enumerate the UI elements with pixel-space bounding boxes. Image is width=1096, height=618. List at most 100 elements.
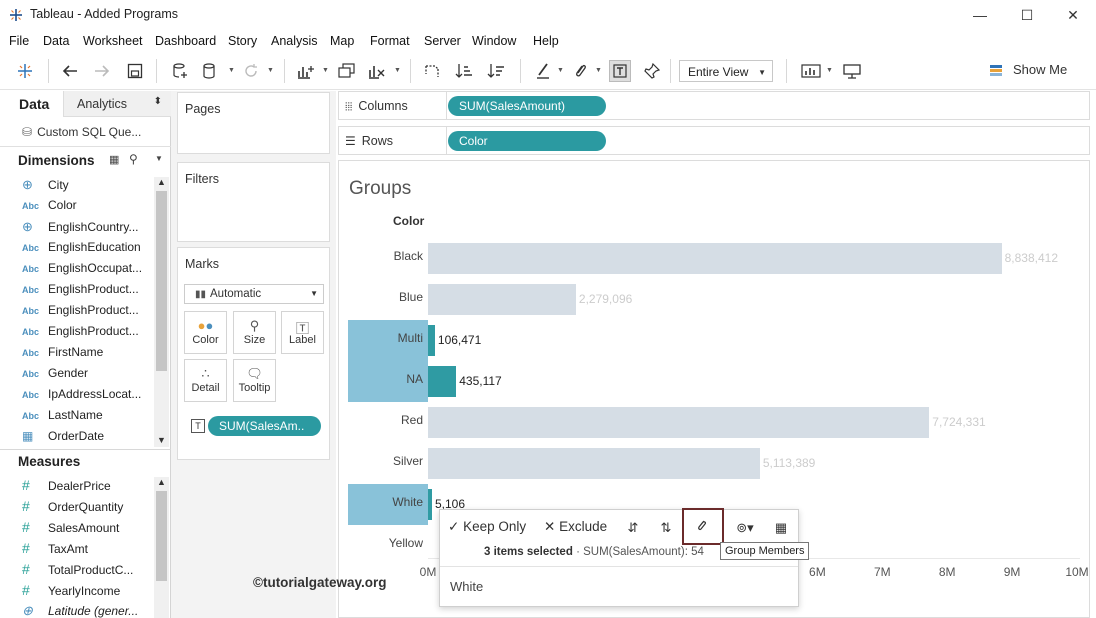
dimension-field[interactable]: ⊕ EnglishCountry... bbox=[22, 219, 139, 239]
refresh-dropdown-icon[interactable]: ▼ bbox=[267, 67, 274, 74]
dimension-field[interactable]: Abc Color bbox=[22, 198, 77, 218]
duplicate-sheet-icon[interactable] bbox=[336, 60, 358, 82]
measures-scrollbar[interactable]: ▲ bbox=[154, 477, 169, 618]
category-label[interactable]: Blue bbox=[348, 290, 423, 304]
measure-field[interactable]: ⊕ Latitude (gener... bbox=[22, 603, 138, 618]
show-mark-labels-icon[interactable] bbox=[609, 60, 631, 82]
dimension-field[interactable]: ▦ OrderDate bbox=[22, 429, 104, 449]
detail-button[interactable]: ∴ Detail bbox=[184, 359, 227, 402]
tooltip-button[interactable]: 🗨 Tooltip bbox=[233, 359, 276, 402]
color-button[interactable]: ●● Color bbox=[184, 311, 227, 354]
sort-ascending-icon[interactable] bbox=[453, 60, 475, 82]
bar[interactable] bbox=[428, 243, 1002, 274]
keep-only-button[interactable]: ✓ Keep Only bbox=[448, 519, 526, 535]
scroll-up-icon[interactable]: ▲ bbox=[154, 177, 169, 189]
dimension-field[interactable]: Abc EnglishOccupat... bbox=[22, 261, 142, 281]
cards-dropdown-icon[interactable]: ▼ bbox=[826, 67, 833, 74]
sort-descending-icon[interactable] bbox=[485, 60, 507, 82]
refresh-icon[interactable] bbox=[240, 60, 262, 82]
swap-rows-columns-icon[interactable] bbox=[421, 60, 443, 82]
bar[interactable] bbox=[428, 448, 760, 479]
dimensions-scrollbar[interactable]: ▲ ▼ bbox=[154, 177, 169, 447]
category-label[interactable]: Yellow bbox=[348, 536, 423, 550]
columns-pill[interactable]: SUM(SalesAmount) bbox=[448, 96, 606, 116]
menu-server[interactable]: Server bbox=[424, 34, 461, 48]
bar[interactable] bbox=[428, 366, 457, 397]
create-set-icon[interactable]: ⊚▾ bbox=[730, 517, 760, 539]
measure-field[interactable]: # TotalProductC... bbox=[22, 561, 133, 581]
dimension-field[interactable]: ⊕ City bbox=[22, 177, 69, 197]
highlight-dropdown-icon[interactable]: ▼ bbox=[557, 67, 564, 74]
label-button[interactable]: 🅃 Label bbox=[281, 311, 324, 354]
menu-help[interactable]: Help bbox=[533, 34, 559, 48]
redo-icon[interactable] bbox=[91, 60, 113, 82]
view-data-icon[interactable]: ▦ bbox=[770, 517, 792, 539]
pages-card[interactable]: Pages bbox=[177, 92, 330, 154]
measure-field[interactable]: # SalesAmount bbox=[22, 519, 119, 539]
category-label[interactable]: Black bbox=[348, 249, 423, 263]
sort-descending-icon[interactable]: ⇅ bbox=[655, 517, 677, 539]
new-worksheet-dropdown-icon[interactable]: ▼ bbox=[322, 67, 329, 74]
scroll-down-icon[interactable]: ▼ bbox=[154, 435, 169, 447]
dimension-field[interactable]: Abc EnglishEducation bbox=[22, 240, 141, 260]
menu-dashboard[interactable]: Dashboard bbox=[155, 34, 216, 48]
scroll-thumb[interactable] bbox=[156, 191, 167, 371]
dimension-field[interactable]: Abc LastName bbox=[22, 408, 103, 428]
dimension-field[interactable]: Abc EnglishProduct... bbox=[22, 303, 139, 323]
maximize-button[interactable]: ☐ bbox=[1007, 4, 1047, 26]
measure-field[interactable]: # DealerPrice bbox=[22, 477, 111, 497]
group-members-toolbar-icon[interactable] bbox=[569, 60, 591, 82]
view-size-select[interactable]: Entire View ▼ bbox=[679, 60, 773, 82]
bar[interactable] bbox=[428, 284, 576, 315]
group-dropdown-icon[interactable]: ▼ bbox=[595, 67, 602, 74]
bar[interactable] bbox=[428, 489, 432, 520]
bar[interactable] bbox=[428, 325, 435, 356]
dimension-field[interactable]: Abc IpAddressLocat... bbox=[22, 387, 141, 407]
rows-shelf[interactable]: ☰ Rows Color bbox=[338, 126, 1090, 155]
marks-field-pill[interactable]: SUM(SalesAm.. bbox=[208, 416, 321, 436]
menu-map[interactable]: Map bbox=[330, 34, 354, 48]
tab-data[interactable]: Data bbox=[0, 91, 63, 117]
show-me-button[interactable]: Show Me bbox=[1013, 62, 1067, 77]
data-source-icon[interactable] bbox=[199, 60, 221, 82]
show-me-icon[interactable] bbox=[989, 60, 1003, 82]
fix-axes-icon[interactable] bbox=[641, 60, 663, 82]
search-icon[interactable]: ⚲ bbox=[129, 152, 138, 166]
menu-data[interactable]: Data bbox=[43, 34, 69, 48]
category-label[interactable]: Multi bbox=[348, 331, 423, 345]
measure-field[interactable]: # OrderQuantity bbox=[22, 498, 123, 518]
menu-worksheet[interactable]: Worksheet bbox=[83, 34, 143, 48]
undo-icon[interactable] bbox=[59, 60, 81, 82]
dimension-field[interactable]: Abc FirstName bbox=[22, 345, 103, 365]
clear-sheet-icon[interactable] bbox=[366, 60, 388, 82]
menu-analysis[interactable]: Analysis bbox=[271, 34, 318, 48]
dimension-field[interactable]: Abc EnglishProduct... bbox=[22, 282, 139, 302]
rows-pill[interactable]: Color bbox=[448, 131, 606, 151]
data-source-item[interactable]: ⛁ Custom SQL Que... bbox=[22, 125, 141, 139]
size-button[interactable]: ⚲ Size bbox=[233, 311, 276, 354]
dimensions-menu-icon[interactable]: ▼ bbox=[155, 154, 163, 163]
list-view-icon[interactable]: ▦ bbox=[109, 153, 119, 166]
toggle-cards-icon[interactable] bbox=[800, 60, 822, 82]
highlight-icon[interactable] bbox=[532, 60, 554, 82]
category-label[interactable]: Silver bbox=[348, 454, 423, 468]
sort-ascending-icon[interactable]: ⇵ bbox=[622, 517, 644, 539]
save-icon[interactable] bbox=[124, 60, 146, 82]
dimension-field[interactable]: Abc EnglishProduct... bbox=[22, 324, 139, 344]
category-label[interactable]: White bbox=[348, 495, 423, 509]
measure-field[interactable]: # TaxAmt bbox=[22, 540, 88, 560]
measure-field[interactable]: # YearlyIncome bbox=[22, 582, 120, 602]
data-source-dropdown-icon[interactable]: ▼ bbox=[228, 67, 235, 74]
mark-type-select[interactable]: ▮▮ Automatic ▼ bbox=[184, 284, 324, 304]
bar[interactable] bbox=[428, 407, 930, 438]
clear-dropdown-icon[interactable]: ▼ bbox=[394, 67, 401, 74]
menu-file[interactable]: File bbox=[9, 34, 29, 48]
filters-card[interactable]: Filters bbox=[177, 162, 330, 242]
scroll-thumb[interactable] bbox=[156, 491, 167, 581]
category-label[interactable]: Red bbox=[348, 413, 423, 427]
dimension-field[interactable]: Abc Gender bbox=[22, 366, 88, 386]
new-worksheet-icon[interactable] bbox=[295, 60, 317, 82]
close-button[interactable]: ✕ bbox=[1053, 4, 1093, 26]
tableau-home-icon[interactable] bbox=[14, 60, 36, 82]
menu-format[interactable]: Format bbox=[370, 34, 410, 48]
